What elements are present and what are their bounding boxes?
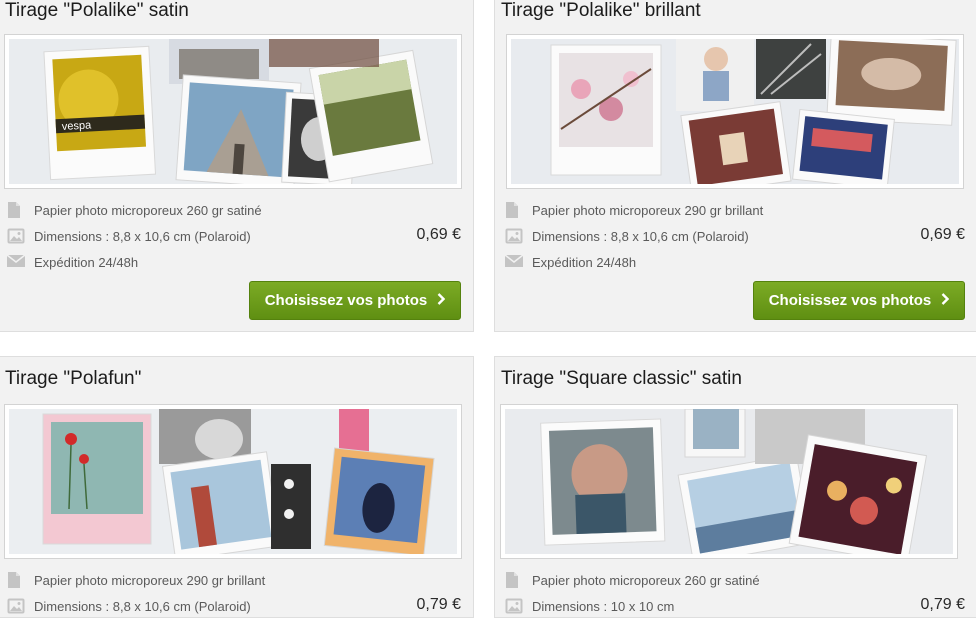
paper-spec: Papier photo microporeux 260 gr satiné: [7, 202, 262, 218]
document-icon: [7, 202, 25, 218]
price: 0,79 €: [920, 596, 965, 613]
shipping-spec: Expédition 24/48h: [505, 254, 636, 270]
paper-spec-text: Papier photo microporeux 290 gr brillant: [532, 202, 764, 218]
paper-spec-text: Papier photo microporeux 260 gr satiné: [532, 572, 760, 588]
product-photo[interactable]: [500, 404, 958, 559]
paper-spec: Papier photo microporeux 290 gr brillant: [7, 572, 265, 588]
dimensions-text: Dimensions : 8,8 x 10,6 cm (Polaroid): [34, 598, 251, 614]
dimensions-text: Dimensions : 10 x 10 cm: [532, 598, 675, 614]
product-card-polalike-satin: Tirage "Polalike" satin vespa Papier pho…: [0, 0, 474, 332]
chevron-right-icon: [437, 292, 446, 309]
envelope-icon: [7, 254, 25, 270]
document-icon: [505, 202, 523, 218]
paper-spec-text: Papier photo microporeux 260 gr satiné: [34, 202, 262, 218]
product-photo[interactable]: vespa: [4, 34, 462, 189]
photo-icon: [7, 598, 25, 614]
photo-icon: [505, 228, 523, 244]
shipping-spec: Expédition 24/48h: [7, 254, 138, 270]
shipping-text: Expédition 24/48h: [532, 254, 637, 270]
product-card-polalike-brillant: Tirage "Polalike" brillant Papier photo …: [494, 0, 976, 332]
product-title: Tirage "Square classic" satin: [501, 368, 742, 389]
product-title: Tirage "Polalike" satin: [5, 0, 189, 21]
document-icon: [505, 572, 523, 588]
product-photo[interactable]: [506, 34, 964, 189]
price: 0,79 €: [416, 596, 461, 613]
dimensions-spec: Dimensions : 10 x 10 cm: [505, 598, 674, 614]
product-title: Tirage "Polalike" brillant: [501, 0, 701, 21]
envelope-icon: [505, 254, 523, 270]
product-title: Tirage "Polafun": [5, 368, 142, 389]
dimensions-spec: Dimensions : 8,8 x 10,6 cm (Polaroid): [7, 598, 251, 614]
price: 0,69 €: [416, 226, 461, 243]
paper-spec: Papier photo microporeux 290 gr brillant: [505, 202, 763, 218]
document-icon: [7, 572, 25, 588]
product-card-square-classic-satin: Tirage "Square classic" satin Papier pho…: [494, 356, 976, 618]
choose-photos-button[interactable]: Choisissez vos photos: [249, 281, 461, 320]
photo-icon: [7, 228, 25, 244]
paper-spec-text: Papier photo microporeux 290 gr brillant: [34, 572, 266, 588]
dimensions-spec: Dimensions : 8,8 x 10,6 cm (Polaroid): [7, 228, 251, 244]
choose-photos-button[interactable]: Choisissez vos photos: [753, 281, 965, 320]
dimensions-text: Dimensions : 8,8 x 10,6 cm (Polaroid): [532, 228, 749, 244]
product-photo[interactable]: [4, 404, 462, 559]
paper-spec: Papier photo microporeux 260 gr satiné: [505, 572, 760, 588]
photo-icon: [505, 598, 523, 614]
shipping-text: Expédition 24/48h: [34, 254, 139, 270]
choose-photos-label: Choisissez vos photos: [768, 292, 932, 309]
price: 0,69 €: [920, 226, 965, 243]
product-card-polafun: Tirage "Polafun" Papier photo microporeu…: [0, 356, 474, 618]
svg-text:vespa: vespa: [62, 119, 93, 133]
choose-photos-label: Choisissez vos photos: [264, 292, 428, 309]
dimensions-text: Dimensions : 8,8 x 10,6 cm (Polaroid): [34, 228, 251, 244]
chevron-right-icon: [941, 292, 950, 309]
dimensions-spec: Dimensions : 8,8 x 10,6 cm (Polaroid): [505, 228, 749, 244]
